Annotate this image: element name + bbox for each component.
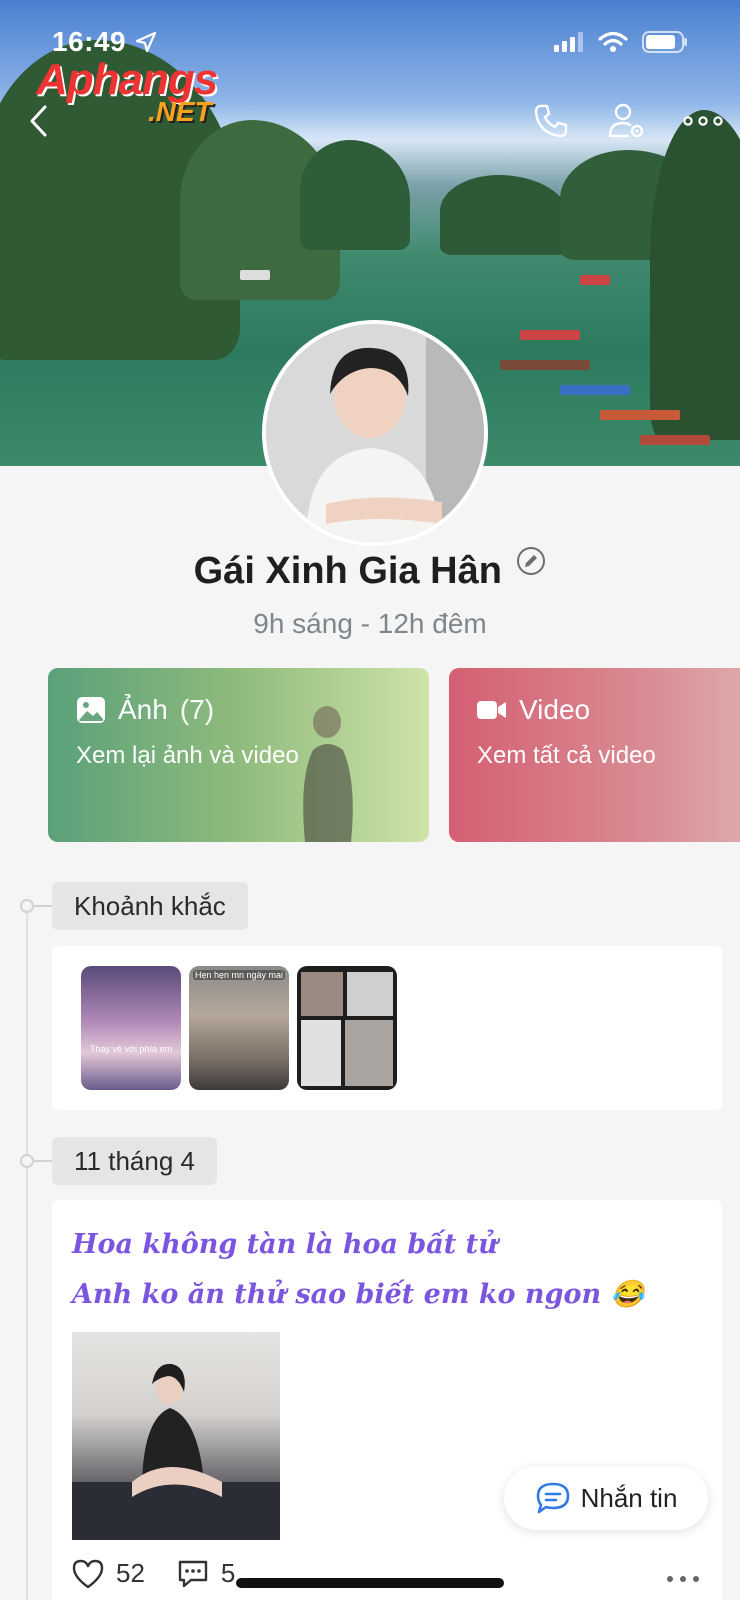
comment-button[interactable]: 5 bbox=[177, 1558, 235, 1589]
location-arrow-icon bbox=[136, 31, 157, 53]
battery-icon bbox=[642, 31, 687, 53]
collage-tile bbox=[345, 1020, 393, 1086]
boat bbox=[600, 410, 680, 420]
comment-icon bbox=[178, 1560, 208, 1587]
post-photo-figure bbox=[72, 1363, 280, 1540]
chat-bubble-icon bbox=[536, 1482, 569, 1514]
post-text-line: Anh ko ăn thử sao biết em ko ngon 😂 bbox=[72, 1279, 645, 1310]
like-count: 52 bbox=[116, 1558, 145, 1588]
home-indicator bbox=[236, 1578, 504, 1588]
cover-scenery bbox=[300, 140, 410, 250]
boat bbox=[560, 385, 630, 395]
profile-settings-button[interactable] bbox=[604, 98, 650, 144]
profile-hours: 9h sáng - 12h đêm bbox=[253, 608, 487, 639]
message-button-label: Nhắn tin bbox=[580, 1482, 678, 1513]
profile-name: Gái Xinh Gia Hân bbox=[193, 550, 502, 592]
user-settings-icon bbox=[608, 103, 644, 138]
collage-tile bbox=[301, 1020, 341, 1086]
videos-card[interactable]: Video Xem tất cả video bbox=[449, 668, 740, 842]
watermark-line2: .NET bbox=[148, 96, 212, 127]
more-options-button[interactable] bbox=[680, 98, 726, 144]
boat bbox=[580, 275, 610, 285]
message-button[interactable]: Nhắn tin bbox=[504, 1466, 708, 1530]
collage-tile bbox=[301, 972, 343, 1016]
card-figure bbox=[303, 706, 353, 842]
image-icon bbox=[77, 697, 105, 723]
timeline-branch bbox=[34, 905, 52, 907]
videos-card-subtitle: Xem tất cả video bbox=[477, 742, 656, 769]
moments-strip: Thay vẻ với phía em Hẹn hẹn mn ngày mai bbox=[52, 946, 722, 1110]
moments-label: Khoảnh khắc bbox=[52, 882, 248, 930]
post-card: Hoa không tàn là hoa bất tử Anh ko ăn th… bbox=[52, 1200, 722, 1600]
date-label: 11 tháng 4 bbox=[52, 1137, 217, 1185]
back-button[interactable] bbox=[16, 98, 62, 144]
boat bbox=[500, 360, 590, 370]
collage-tile bbox=[347, 972, 393, 1016]
signal-icon bbox=[554, 32, 583, 52]
post-actions: 52 5 bbox=[72, 1558, 235, 1589]
heart-icon bbox=[72, 1559, 104, 1588]
boat bbox=[640, 435, 710, 445]
video-camera-icon bbox=[477, 701, 506, 719]
back-icon bbox=[30, 105, 47, 137]
profile-name-row: Gái Xinh Gia Hân bbox=[0, 547, 740, 593]
timeline-branch bbox=[34, 1160, 52, 1162]
phone-icon bbox=[534, 104, 568, 138]
videos-card-label: Video bbox=[519, 694, 591, 725]
photos-card-count: (7) bbox=[179, 694, 215, 725]
timeline-line bbox=[26, 906, 28, 1600]
more-horizontal-icon bbox=[667, 1576, 699, 1582]
moment-thumbnail[interactable]: Thay vẻ với phía em bbox=[81, 966, 181, 1090]
photos-card[interactable]: Ảnh (7) Xem lại ảnh và video bbox=[48, 668, 429, 842]
watermark-logo: Aphangs .NET bbox=[36, 58, 218, 127]
pencil-icon bbox=[517, 547, 546, 575]
post-text: Hoa không tàn là hoa bất tử Anh ko ăn th… bbox=[72, 1220, 644, 1320]
post-more-button[interactable] bbox=[666, 1570, 700, 1588]
avatar-photo bbox=[266, 324, 484, 542]
timeline-dot bbox=[20, 1154, 34, 1168]
cover-scenery bbox=[440, 175, 570, 255]
post-photo[interactable] bbox=[72, 1332, 280, 1540]
avatar[interactable] bbox=[262, 320, 488, 546]
edit-name-button[interactable] bbox=[516, 546, 546, 581]
videos-card-title: Video bbox=[477, 694, 740, 726]
moment-thumbnail[interactable]: Hẹn hẹn mn ngày mai bbox=[189, 966, 289, 1090]
moment-caption: Thay vẻ với phía em bbox=[90, 1044, 172, 1054]
post-text-line: Hoa không tàn là hoa bất tử bbox=[72, 1229, 498, 1260]
status-time: 16:49 bbox=[52, 26, 127, 57]
moment-caption: Hẹn hẹn mn ngày mai bbox=[193, 970, 285, 980]
like-button[interactable]: 52 bbox=[72, 1558, 145, 1589]
photos-card-label: Ảnh bbox=[118, 694, 168, 725]
call-button[interactable] bbox=[528, 98, 574, 144]
boat bbox=[240, 270, 270, 280]
boat bbox=[520, 330, 580, 340]
cover-scenery bbox=[650, 110, 740, 440]
comment-count: 5 bbox=[220, 1558, 236, 1588]
timeline-dot bbox=[20, 899, 34, 913]
wifi-icon bbox=[598, 31, 628, 52]
moment-thumbnail[interactable] bbox=[297, 966, 397, 1090]
more-icon bbox=[683, 116, 723, 126]
